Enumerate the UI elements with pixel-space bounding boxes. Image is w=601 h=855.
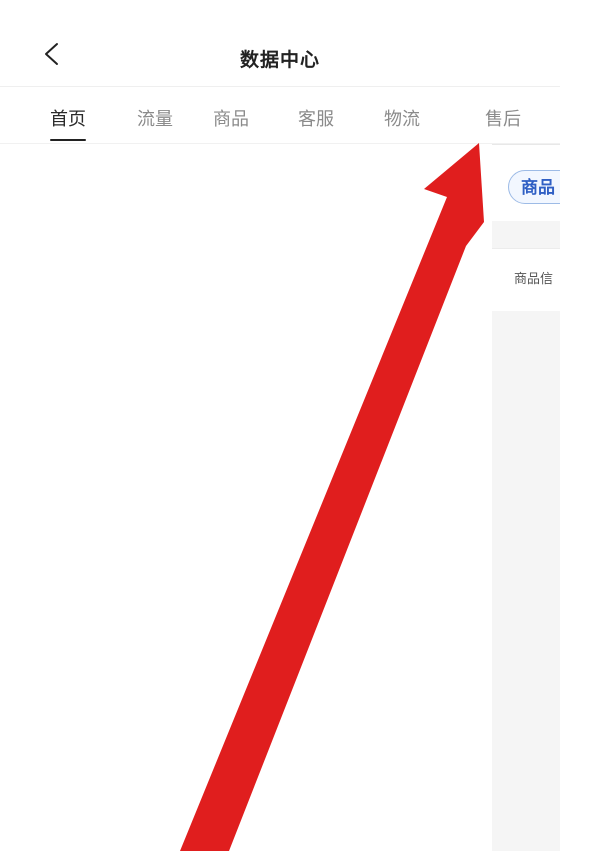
tab-traffic[interactable]: 流量 [137,105,173,135]
tab-after-sales-label: 售后 [485,109,521,130]
tab-customer-service[interactable]: 客服 [298,105,334,135]
product-info-row: 商品信 [492,248,560,311]
product-data-panel: 商品 商品信 [492,144,560,851]
product-info-label: 商品信 [514,272,554,287]
product-filter-chip-label: 商品 [521,178,555,198]
tab-logistics[interactable]: 物流 [384,105,420,135]
active-tab-indicator [50,139,86,141]
tab-logistics-label: 物流 [384,109,420,130]
tab-home[interactable]: 首页 [50,105,86,141]
tab-home-label: 首页 [50,109,86,130]
tab-bar: 首页 流量 商品 客服 物流 售后 [0,87,560,144]
product-filter-chip[interactable]: 商品 [508,170,560,204]
tab-after-sales[interactable]: 售后 [485,105,521,135]
tab-customer-service-label: 客服 [298,109,334,130]
tab-traffic-label: 流量 [137,109,173,130]
page-title: 数据中心 [239,49,320,71]
top-navigation-bar: 数据中心 [0,0,560,87]
tab-products-label: 商品 [213,109,249,130]
tab-products[interactable]: 商品 [213,105,249,135]
filter-chip-row: 商品 [492,144,560,221]
